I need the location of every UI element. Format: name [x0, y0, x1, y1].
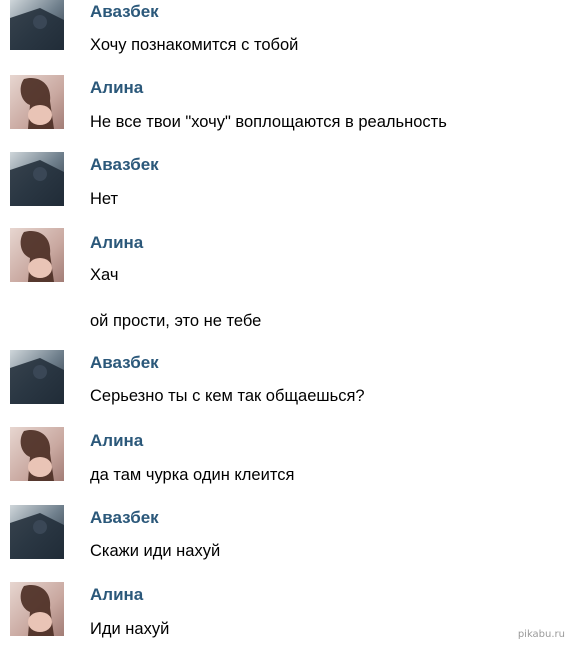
avazbek-avatar-icon — [10, 505, 64, 559]
alina-avatar-icon — [10, 228, 64, 282]
message-author[interactable]: Авазбек — [90, 2, 159, 22]
message-author[interactable]: Алина — [90, 431, 143, 451]
message-author[interactable]: Авазбек — [90, 155, 159, 175]
message-author[interactable]: Алина — [90, 78, 143, 98]
message-text: ой прости, это не тебе — [90, 312, 262, 330]
message-text: Нет — [90, 190, 119, 208]
message-author[interactable]: Алина — [90, 585, 143, 605]
avatar[interactable] — [10, 350, 64, 404]
avatar[interactable] — [10, 152, 64, 206]
avatar[interactable] — [10, 582, 64, 636]
message-text: Не все твои "хочу" воплощаются в реально… — [90, 113, 447, 131]
message-text: Иди нахуй — [90, 620, 170, 638]
avatar[interactable] — [10, 505, 64, 559]
message-text: Скажи иди нахуй — [90, 542, 221, 560]
message-text: Хач — [90, 266, 119, 284]
avatar[interactable] — [10, 427, 64, 481]
alina-avatar-icon — [10, 75, 64, 129]
avazbek-avatar-icon — [10, 350, 64, 404]
avazbek-avatar-icon — [10, 152, 64, 206]
avatar[interactable] — [10, 75, 64, 129]
watermark: pikabu.ru — [517, 629, 565, 640]
alina-avatar-icon — [10, 582, 64, 636]
message-author[interactable]: Алина — [90, 233, 143, 253]
avatar[interactable] — [10, 228, 64, 282]
alina-avatar-icon — [10, 427, 64, 481]
message-author[interactable]: Авазбек — [90, 353, 159, 373]
avatar[interactable] — [10, 0, 64, 50]
message-author[interactable]: Авазбек — [90, 508, 159, 528]
message-text: Серьезно ты с кем так общаешься? — [90, 387, 365, 405]
message-text: Хочу познакомится с тобой — [90, 36, 299, 54]
avazbek-avatar-icon — [10, 0, 64, 50]
message-text: да там чурка один клеится — [90, 466, 295, 484]
